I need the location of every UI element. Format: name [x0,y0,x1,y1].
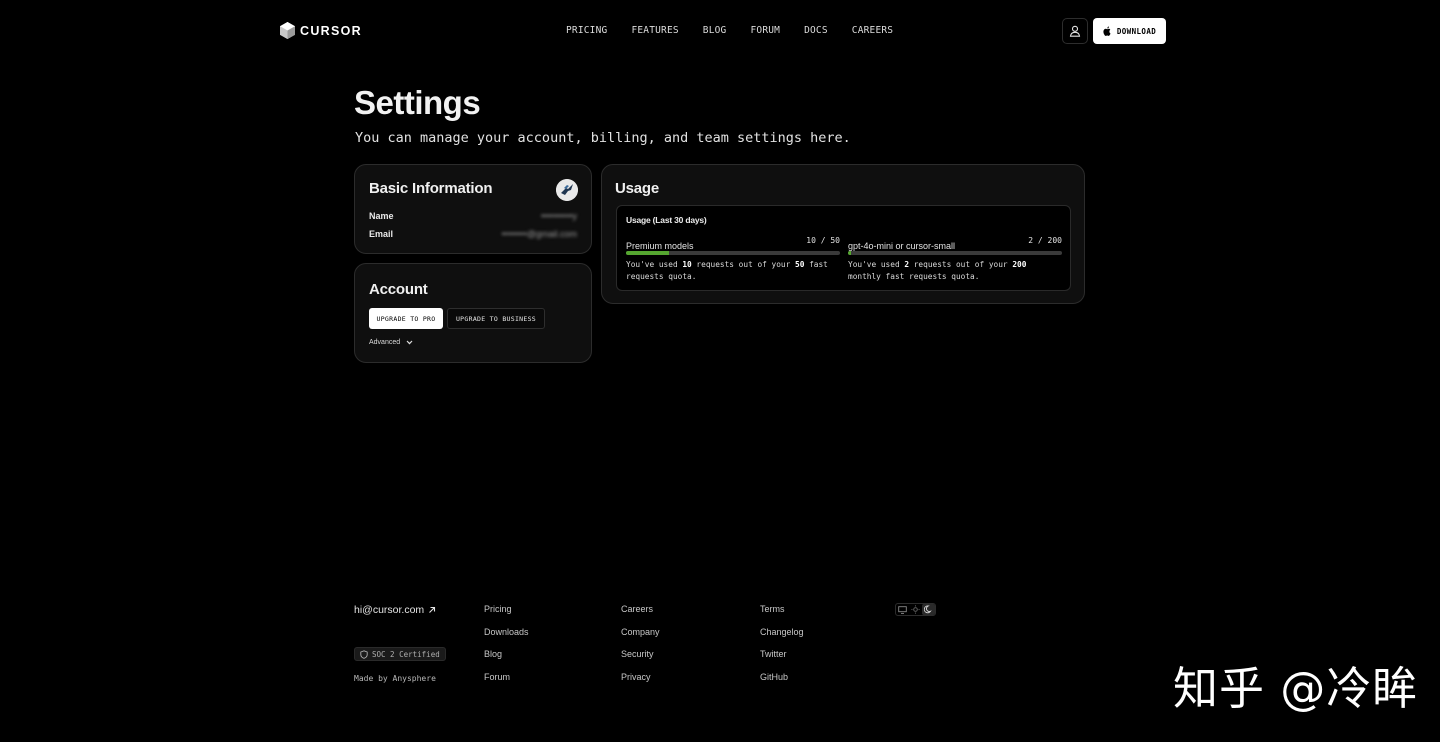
footer-column-product: Pricing Downloads Blog Forum [484,604,529,694]
apple-icon [1103,26,1111,36]
usage-card: Usage Usage (Last 30 days) Premium model… [601,164,1085,304]
usage-description: You've used 2 requests out of your 200 m… [848,260,1027,281]
account-title: Account [369,281,428,298]
theme-light-option[interactable] [909,604,922,615]
usage-small-models: gpt-4o-mini or cursor-small 2 / 200 You'… [848,236,1062,281]
nav-pricing[interactable]: PRICING [566,25,607,36]
soc2-label: SOC 2 Certified [372,649,440,659]
footer-link-careers[interactable]: Careers [621,604,660,627]
usage-model-name: gpt-4o-mini or cursor-small [848,241,956,251]
footer-link-github[interactable]: GitHub [760,672,804,695]
cursor-logo-icon [280,22,295,39]
theme-toggle [895,603,936,616]
advanced-toggle[interactable]: Advanced [369,339,413,346]
shield-icon [360,649,368,659]
download-label: DOWNLOAD [1116,26,1157,36]
account-card: Account UPGRADE TO PRO UPGRADE TO BUSINE… [354,263,592,363]
nav-careers[interactable]: CAREERS [852,25,893,36]
footer-link-downloads[interactable]: Downloads [484,627,529,650]
footer-link-changelog[interactable]: Changelog [760,627,804,650]
cursor-logo[interactable]: CURSOR [280,22,362,39]
usage-premium-models: Premium models 10 / 50 You've used 10 re… [626,236,840,281]
main-nav: PRICING FEATURES BLOG FORUM DOCS CAREERS [566,25,917,36]
upgrade-to-pro-label: UPGRADE TO PRO [376,314,436,323]
basic-information-card: Basic Information Name ••••••••••y Email… [354,164,592,254]
nav-docs[interactable]: DOCS [804,25,828,36]
name-label: Name [369,211,394,221]
footer-link-forum[interactable]: Forum [484,672,529,695]
email-label: Email [369,229,394,239]
name-value: ••••••••••y [540,211,577,221]
footer-link-privacy[interactable]: Privacy [621,672,660,695]
usage-model-name: Premium models [626,241,694,251]
advanced-label: Advanced [369,339,401,346]
avatar-image-icon [556,179,578,201]
usage-progress-fill [626,251,669,255]
footer-column-company: Careers Company Security Privacy [621,604,660,694]
basic-information-title: Basic Information [369,180,493,197]
chevron-down-icon [406,340,413,345]
usage-model-count: 10 / 50 [806,236,840,245]
avatar[interactable] [556,179,578,201]
usage-model-count: 2 / 200 [1028,236,1062,245]
theme-dark-option[interactable] [922,604,935,615]
theme-system-option[interactable] [896,604,909,615]
page-title: Settings [354,84,481,121]
usage-progress-bar [626,251,840,255]
upgrade-to-business-button[interactable]: UPGRADE TO BUSINESS [447,308,545,329]
footer-column-resources: Terms Changelog Twitter GitHub [760,604,804,694]
usage-title: Usage [615,180,660,197]
nav-blog[interactable]: BLOG [703,25,727,36]
download-button[interactable]: DOWNLOAD [1093,18,1166,44]
upgrade-to-pro-button[interactable]: UPGRADE TO PRO [369,308,443,329]
usage-description: You've used 10 requests out of your 50 f… [626,260,828,281]
nav-forum[interactable]: FORUM [750,25,780,36]
usage-panel: Usage (Last 30 days) Premium models 10 /… [616,205,1071,291]
email-value: ••••••••@gmail.com [501,229,577,239]
footer-link-twitter[interactable]: Twitter [760,649,804,672]
usage-period: Usage (Last 30 days) [626,215,707,225]
soc2-badge: SOC 2 Certified [354,647,446,661]
monitor-icon [898,605,907,614]
sun-icon [911,605,920,614]
logo-text: CURSOR [300,23,362,38]
nav-features[interactable]: FEATURES [631,25,678,36]
moon-icon [924,605,932,614]
page-subtitle: You can manage your account, billing, an… [355,130,851,146]
footer-link-security[interactable]: Security [621,649,660,672]
user-account-button[interactable] [1062,18,1088,44]
contact-email: hi@cursor.com [354,604,425,616]
footer-link-company[interactable]: Company [621,627,660,650]
user-icon [1069,25,1081,37]
usage-progress-fill [848,251,851,255]
footer-link-pricing[interactable]: Pricing [484,604,529,627]
upgrade-to-business-label: UPGRADE TO BUSINESS [455,314,537,323]
footer-link-terms[interactable]: Terms [760,604,804,627]
footer-link-blog[interactable]: Blog [484,649,529,672]
usage-progress-bar [848,251,1062,255]
watermark-text: 知乎 @冷眸 [1173,662,1419,715]
contact-email-link[interactable]: hi@cursor.com [354,604,436,616]
made-by: Made by Anysphere [354,674,436,683]
arrow-up-right-icon [429,606,436,613]
